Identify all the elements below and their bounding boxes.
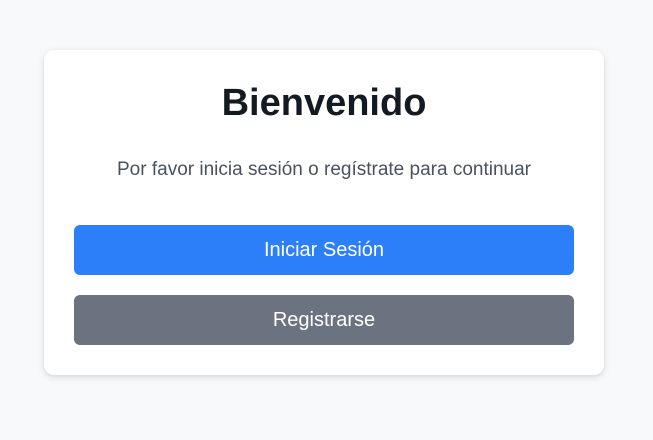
register-button[interactable]: Registrarse bbox=[74, 295, 574, 345]
login-button[interactable]: Iniciar Sesión bbox=[74, 225, 574, 275]
page-title: Bienvenido bbox=[221, 82, 427, 124]
welcome-card: Bienvenido Por favor inicia sesión o reg… bbox=[44, 50, 604, 375]
page-subtitle: Por favor inicia sesión o regístrate par… bbox=[117, 159, 531, 180]
